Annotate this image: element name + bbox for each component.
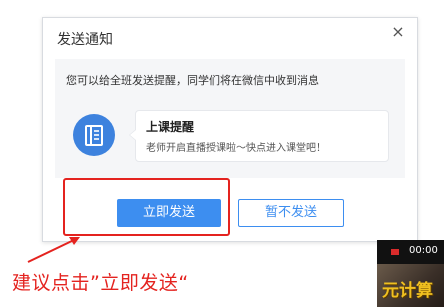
notification-preview-panel: 您可以给全班发送提醒，同学们将在微信中收到消息 上课提醒 老师开启直播授课啦～快… bbox=[55, 59, 405, 178]
annotation-text: 建议点击”立即发送“ bbox=[12, 272, 189, 294]
record-indicator bbox=[391, 249, 399, 255]
watermark-logo: 元计算 bbox=[382, 281, 433, 301]
send-later-button[interactable]: 暂不发送 bbox=[238, 199, 344, 227]
notification-text: 老师开启直播授课啦～快点进入课堂吧！ bbox=[146, 143, 326, 154]
close-icon[interactable]: × bbox=[389, 23, 407, 41]
dialog-message: 您可以给全班发送提醒，同学们将在微信中收到消息 bbox=[66, 74, 319, 87]
book-icon bbox=[73, 114, 115, 156]
highlight-box bbox=[63, 178, 230, 236]
thumbnail-time: 00:00 bbox=[409, 245, 438, 256]
notification-title: 上课提醒 bbox=[146, 120, 195, 134]
dialog-title: 发送通知 bbox=[57, 32, 113, 48]
notification-message-bubble: 上课提醒 老师开启直播授课啦～快点进入课堂吧！ bbox=[129, 110, 389, 162]
